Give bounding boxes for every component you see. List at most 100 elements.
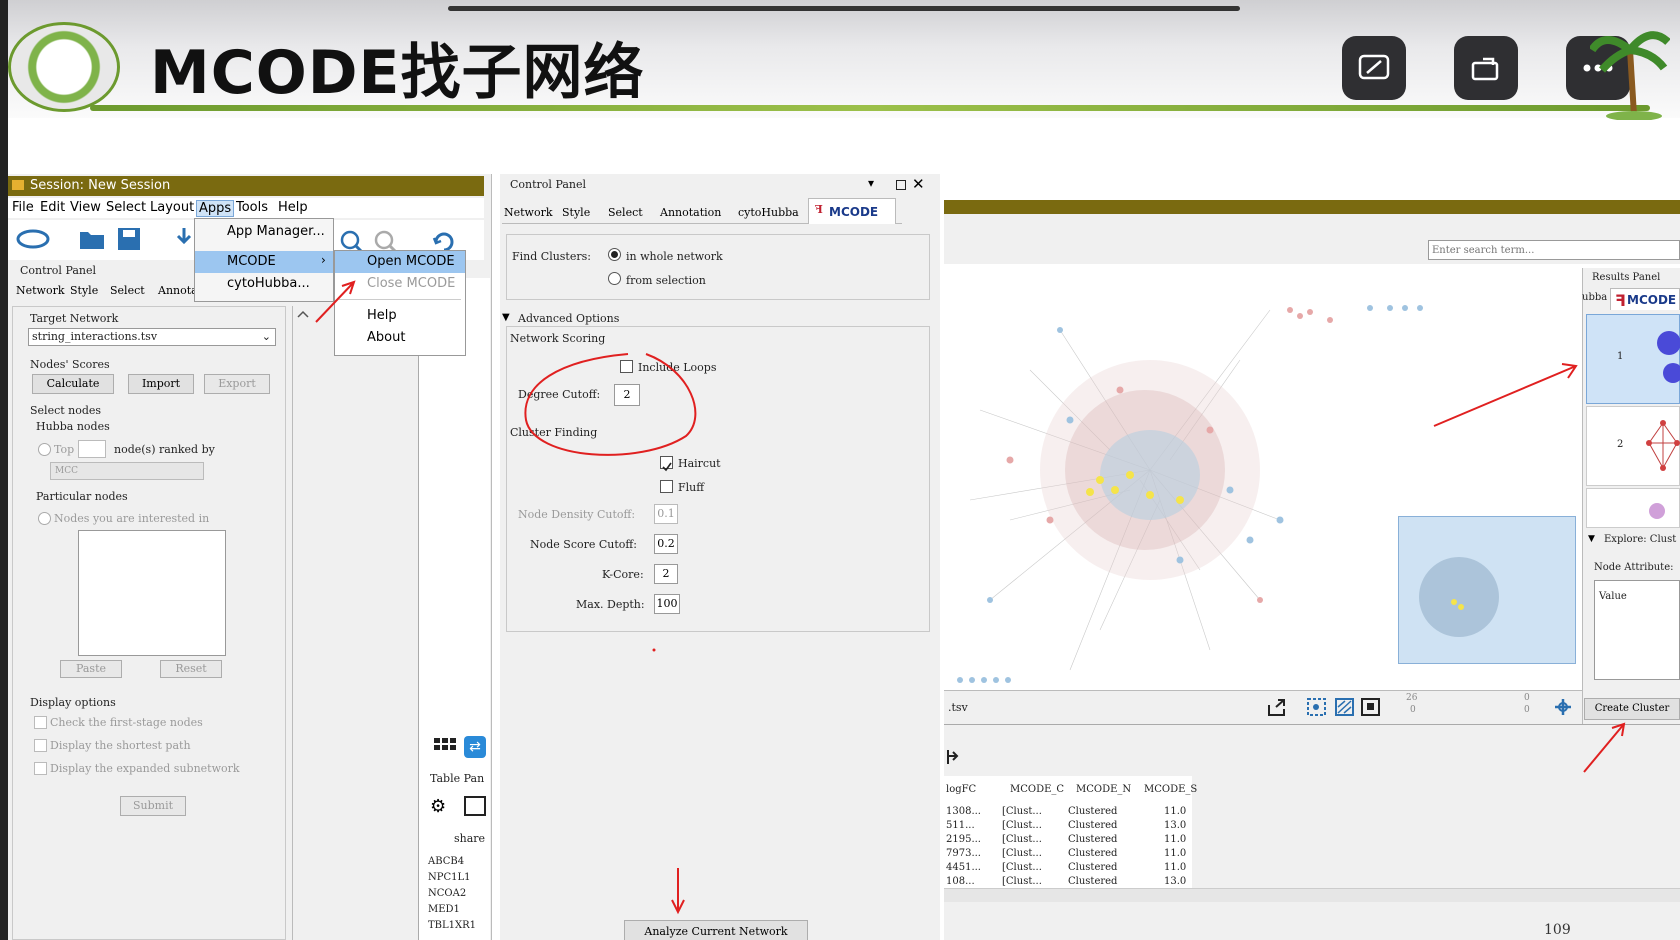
menu-edit[interactable]: Edit — [40, 200, 65, 215]
expand-triangle-icon[interactable]: ▼ — [502, 312, 510, 323]
kcore-input[interactable]: 2 — [654, 564, 678, 584]
from-selection-radio[interactable] — [608, 272, 621, 285]
menu-item-open-mcode[interactable]: Open MCODE — [335, 251, 465, 273]
node-score-label: Node Score Cutoff: — [530, 538, 637, 551]
caption-icon[interactable] — [1342, 36, 1406, 100]
select-mode-icon[interactable] — [1306, 697, 1328, 717]
results-tab-mcode[interactable]: ꟻ MCODE — [1610, 288, 1680, 310]
export-network-icon[interactable] — [1266, 697, 1288, 717]
option-checkbox-2[interactable] — [34, 739, 47, 752]
advanced-options-box — [506, 326, 930, 632]
interested-nodes-textarea[interactable] — [78, 530, 226, 656]
table-header[interactable]: MCODE_S — [1144, 784, 1197, 795]
navigate-icon[interactable] — [1552, 697, 1574, 717]
menu-file[interactable]: File — [12, 200, 34, 215]
option-checkbox-1[interactable] — [34, 716, 47, 729]
node-score-input[interactable]: 0.2 — [654, 534, 678, 554]
columns-icon[interactable] — [464, 796, 486, 816]
expand-triangle-icon[interactable]: ▼ — [1588, 534, 1595, 544]
option-shortest-path: Display the shortest path — [50, 739, 191, 752]
tab-annotation[interactable]: Annota — [158, 284, 198, 297]
tab-network[interactable]: Network — [16, 284, 65, 297]
menu-layout[interactable]: Layout — [150, 200, 194, 215]
create-cluster-button[interactable]: Create Cluster — [1584, 698, 1680, 720]
tab-cytohubba[interactable]: cytoHubba — [738, 206, 799, 219]
menu-item-app-manager[interactable]: App Manager... — [195, 221, 333, 243]
value-column: Value — [1599, 591, 1627, 602]
left-scrollbar[interactable] — [292, 306, 312, 940]
export-button[interactable]: Export — [204, 374, 270, 394]
node-table[interactable]: logFC MCODE_C MCODE_N MCODE_S 1308... [Cl… — [944, 776, 1197, 888]
grid-icon[interactable] — [432, 736, 458, 758]
option-checkbox-3[interactable] — [34, 762, 47, 775]
menu-bar: File Edit View Select Layout Apps Tools … — [8, 198, 484, 218]
reset-button[interactable]: Reset — [160, 660, 222, 678]
menu-apps[interactable]: Apps — [196, 200, 235, 217]
haircut-checkbox[interactable] — [660, 456, 673, 472]
menu-help[interactable]: Help — [278, 200, 308, 215]
table-header[interactable]: MCODE_N — [1076, 784, 1131, 795]
menu-item-close-mcode[interactable]: Close MCODE — [335, 273, 465, 295]
target-network-select[interactable]: string_interactions.tsv ⌄ — [28, 328, 276, 346]
rotate-screen-icon[interactable] — [1454, 36, 1518, 100]
whole-network-radio[interactable] — [608, 248, 621, 261]
open-folder-icon[interactable] — [78, 226, 106, 252]
network-overview-panel[interactable] — [1398, 516, 1576, 664]
fit-selection-icon[interactable] — [1360, 697, 1382, 717]
panel-dropdown-icon[interactable]: ▾ — [868, 176, 874, 190]
menu-item-help[interactable]: Help — [335, 305, 465, 327]
menu-item-cytohubba[interactable]: cytoHubba... — [195, 273, 333, 295]
fluff-checkbox[interactable] — [660, 480, 673, 493]
network-scoring-label: Network Scoring — [510, 332, 606, 345]
menu-tools[interactable]: Tools — [236, 200, 268, 215]
export-table-icon[interactable] — [946, 748, 960, 766]
network-icon[interactable] — [16, 226, 50, 252]
table-header[interactable]: logFC — [946, 784, 976, 795]
cluster-row-2[interactable]: 2 — [1586, 406, 1680, 486]
max-depth-input[interactable]: 100 — [654, 594, 680, 614]
attribute-table[interactable]: Value — [1594, 580, 1680, 680]
tab-style[interactable]: Style — [70, 284, 98, 297]
cluster-thumbnail — [1649, 503, 1665, 519]
tab-network[interactable]: Network — [504, 206, 553, 219]
tab-annotation[interactable]: Annotation — [660, 206, 721, 219]
share-icon[interactable]: ⇄ — [464, 736, 486, 758]
import-button[interactable]: Import — [128, 374, 194, 394]
gene-row: NCOA2 — [428, 888, 467, 899]
menu-view[interactable]: View — [70, 200, 101, 215]
table-header[interactable]: MCODE_C — [1010, 784, 1064, 795]
float-panel-icon[interactable] — [896, 180, 906, 190]
method-select[interactable]: MCC — [50, 462, 204, 480]
target-network-value: string_interactions.tsv — [32, 330, 158, 343]
tab-style[interactable]: Style — [562, 206, 590, 219]
fluff-label: Fluff — [678, 481, 705, 494]
tab-select[interactable]: Select — [608, 206, 643, 219]
submit-button[interactable]: Submit — [120, 796, 186, 816]
include-loops-checkbox[interactable] — [620, 360, 633, 373]
analyze-network-button[interactable]: Analyze Current Network — [624, 920, 808, 940]
top-radio[interactable] — [38, 443, 51, 456]
hatch-select-icon[interactable] — [1334, 697, 1356, 717]
tab-mcode[interactable]: ꟻ MCODE — [808, 198, 896, 224]
results-tab-cytohubba[interactable]: ubba — [1582, 292, 1607, 303]
node-density-input[interactable]: 0.1 — [654, 504, 678, 524]
save-icon[interactable] — [116, 226, 142, 252]
tab-select[interactable]: Select — [110, 284, 145, 297]
menu-item-about[interactable]: About — [335, 327, 465, 349]
degree-cutoff-input[interactable]: 2 — [614, 384, 640, 406]
import-icon[interactable] — [174, 226, 194, 252]
interested-radio[interactable] — [38, 512, 51, 525]
cluster-row-3[interactable] — [1586, 488, 1680, 528]
calculate-button[interactable]: Calculate — [32, 374, 114, 394]
cluster-finding-label: Cluster Finding — [510, 426, 598, 439]
menu-select[interactable]: Select — [106, 200, 146, 215]
menu-item-mcode[interactable]: MCODE — [195, 251, 333, 273]
paste-button[interactable]: Paste — [60, 660, 122, 678]
cluster-row-1[interactable]: 1 — [1586, 314, 1680, 404]
gear-icon[interactable]: ⚙ — [430, 796, 446, 817]
gene-row: ABCB4 — [428, 856, 465, 867]
close-icon[interactable]: ✕ — [912, 175, 925, 193]
top-count-input[interactable] — [78, 440, 106, 458]
search-input[interactable] — [1428, 240, 1680, 260]
table-scrollbar[interactable] — [944, 888, 1680, 902]
